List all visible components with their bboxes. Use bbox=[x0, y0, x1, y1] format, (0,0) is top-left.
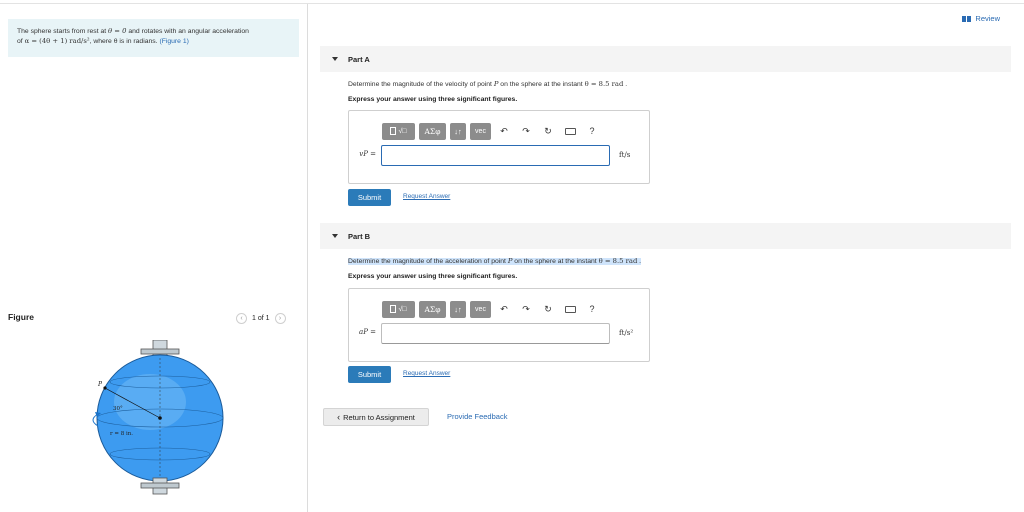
question-text: on the sphere at the instant bbox=[498, 81, 585, 88]
templates-icon[interactable]: √□ bbox=[382, 300, 415, 318]
pager-text: 1 of 1 bbox=[252, 315, 270, 322]
help-icon[interactable]: ? bbox=[583, 123, 601, 140]
redo-icon[interactable]: ↷ bbox=[517, 123, 535, 140]
undo-icon[interactable]: ↶ bbox=[495, 123, 513, 140]
help-icon[interactable]: ? bbox=[583, 301, 601, 318]
part-b-instruction: Express your answer using three signific… bbox=[348, 273, 518, 280]
redo-icon[interactable]: ↷ bbox=[517, 301, 535, 318]
theta-value: θ = 8.5 rad bbox=[598, 257, 638, 265]
review-label: Review bbox=[975, 14, 1000, 23]
page: Review The sphere starts from rest at θ … bbox=[0, 0, 1024, 512]
part-b-request-answer-link[interactable]: Request Answer bbox=[403, 370, 450, 377]
provide-feedback-link[interactable]: Provide Feedback bbox=[447, 412, 507, 421]
statement-text: The sphere starts from rest at bbox=[17, 28, 109, 35]
part-a-variable-label: vP = bbox=[359, 150, 376, 158]
vec-icon[interactable]: vec bbox=[470, 300, 491, 318]
reset-icon[interactable]: ↻ bbox=[539, 301, 557, 318]
review-link[interactable]: Review bbox=[962, 14, 1000, 23]
part-a-submit-button[interactable]: Submit bbox=[348, 189, 391, 206]
figure-title: Figure bbox=[8, 312, 34, 322]
templates-icon[interactable]: √□ bbox=[382, 122, 415, 140]
part-b-header[interactable]: Part B bbox=[320, 223, 1011, 249]
question-text: . bbox=[637, 258, 642, 265]
greek-icon[interactable]: ΑΣφ bbox=[419, 122, 446, 140]
book-icon bbox=[962, 15, 972, 22]
collapse-caret-icon bbox=[332, 234, 338, 238]
keyboard-icon[interactable] bbox=[561, 123, 579, 140]
question-text: on the sphere at the instant bbox=[512, 258, 599, 265]
angle-label: 30° bbox=[113, 406, 123, 412]
chevron-left-icon: ‹ bbox=[337, 412, 341, 422]
problem-statement: The sphere starts from rest at θ = 0 and… bbox=[8, 19, 299, 57]
return-label: Return to Assignment bbox=[343, 412, 415, 422]
top-border bbox=[0, 3, 1024, 4]
part-b-answer-input[interactable] bbox=[381, 323, 610, 344]
top-bracket bbox=[140, 348, 180, 355]
bottom-bracket bbox=[140, 482, 180, 489]
point-p bbox=[103, 386, 107, 390]
collapse-caret-icon bbox=[332, 57, 338, 61]
part-b-unit: ft/s² bbox=[619, 329, 634, 337]
question-text: Determine the magnitude of the accelerat… bbox=[348, 258, 508, 265]
part-a-answer-box: √□ ΑΣφ ↓↑ vec ↶ ↷ ↻ ? vP = ft/s bbox=[348, 110, 650, 184]
math-toolbar: √□ ΑΣφ ↓↑ vec ↶ ↷ ↻ ? bbox=[382, 121, 601, 141]
part-a-instruction: Express your answer using three signific… bbox=[348, 96, 518, 103]
figure-link[interactable]: (Figure 1) bbox=[159, 38, 188, 45]
part-b-question: Determine the magnitude of the accelerat… bbox=[348, 257, 642, 265]
part-b-title: Part B bbox=[348, 231, 371, 241]
center-point bbox=[158, 416, 162, 420]
panel-divider bbox=[307, 4, 308, 512]
question-text: . bbox=[623, 81, 628, 88]
reset-icon[interactable]: ↻ bbox=[539, 123, 557, 140]
alpha-expression: α = (4θ + 1) rad/s² bbox=[24, 36, 90, 45]
theta-expression: θ = 0 bbox=[108, 27, 127, 35]
greek-icon[interactable]: ΑΣφ bbox=[419, 300, 446, 318]
prev-figure-button[interactable]: ‹ bbox=[236, 313, 247, 324]
sphere-highlight bbox=[114, 374, 186, 430]
keyboard-icon[interactable] bbox=[561, 301, 579, 318]
sphere-figure: P 30° r = 8 in. bbox=[92, 340, 224, 495]
radius-label: r = 8 in. bbox=[110, 431, 133, 437]
arrows-icon[interactable]: ↓↑ bbox=[450, 122, 466, 140]
point-p-label: P bbox=[97, 381, 103, 388]
part-a-unit: ft/s bbox=[619, 151, 631, 159]
arrows-icon[interactable]: ↓↑ bbox=[450, 300, 466, 318]
part-b-answer-box: √□ ΑΣφ ↓↑ vec ↶ ↷ ↻ ? aP = ft/s² bbox=[348, 288, 650, 362]
part-a-question: Determine the magnitude of the velocity … bbox=[348, 80, 627, 88]
statement-text: , where θ is in radians. bbox=[89, 37, 160, 45]
statement-text: of bbox=[17, 37, 25, 45]
part-a-request-answer-link[interactable]: Request Answer bbox=[403, 193, 450, 200]
part-b-submit-button[interactable]: Submit bbox=[348, 366, 391, 383]
part-a-header[interactable]: Part A bbox=[320, 46, 1011, 72]
math-toolbar: √□ ΑΣφ ↓↑ vec ↶ ↷ ↻ ? bbox=[382, 299, 601, 319]
vec-icon[interactable]: vec bbox=[470, 122, 491, 140]
undo-icon[interactable]: ↶ bbox=[495, 301, 513, 318]
question-text: Determine the magnitude of the velocity … bbox=[348, 81, 494, 88]
return-to-assignment-button[interactable]: ‹ Return to Assignment bbox=[323, 408, 429, 426]
part-b-variable-label: aP = bbox=[359, 328, 376, 336]
figure-pager: ‹ 1 of 1 › bbox=[236, 313, 286, 324]
part-a-answer-input[interactable] bbox=[381, 145, 610, 166]
next-figure-button[interactable]: › bbox=[274, 313, 286, 324]
part-a-title: Part A bbox=[348, 54, 370, 64]
statement-text: and rotates with an angular acceleration bbox=[126, 28, 249, 35]
theta-value: θ = 8.5 rad bbox=[584, 80, 624, 88]
